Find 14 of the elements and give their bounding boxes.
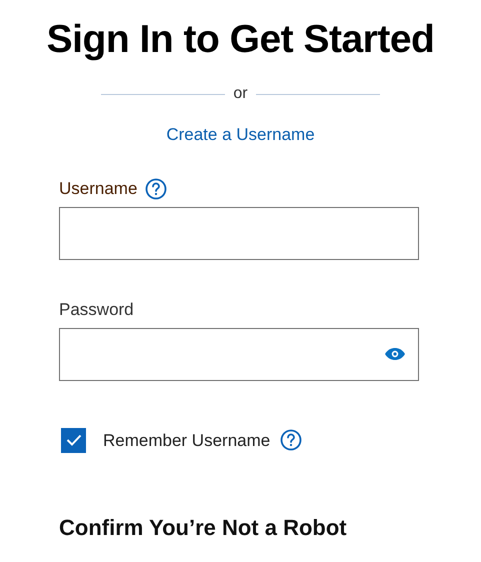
create-username-link[interactable]: Create a Username [166, 122, 315, 148]
remember-label: Remember Username [103, 430, 270, 452]
help-icon[interactable] [280, 429, 302, 452]
field-label: Username [59, 178, 138, 200]
field-label: Password [59, 298, 134, 321]
remember-checkbox[interactable] [61, 428, 86, 453]
help-icon[interactable] [145, 178, 168, 200]
page-title: Sign In to Get Started [46, 17, 436, 63]
username-field[interactable] [59, 206, 419, 260]
divider-text: or [233, 86, 248, 102]
password-field[interactable] [59, 328, 419, 380]
show-password-icon[interactable] [384, 347, 406, 361]
checkmark-icon [66, 434, 82, 446]
captcha-heading: Confirm You’re Not a Robot [59, 514, 348, 542]
